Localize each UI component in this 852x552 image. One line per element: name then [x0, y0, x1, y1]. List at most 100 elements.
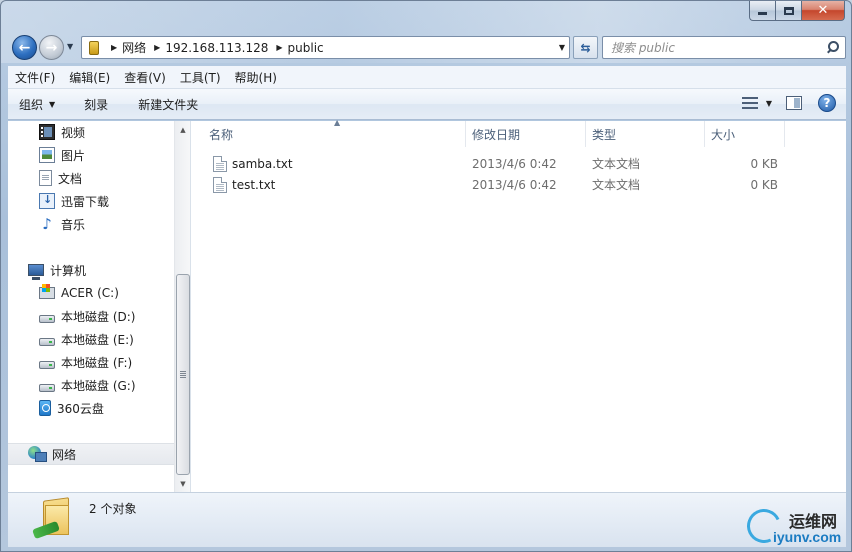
column-header-label: 修改日期	[472, 127, 521, 142]
view-options-dropdown-icon[interactable]: ▼	[766, 99, 772, 108]
sidebar-item-drive-f[interactable]: 本地磁盘 (F:)	[8, 351, 174, 373]
address-dropdown-icon[interactable]: ▼	[559, 43, 565, 52]
forward-button[interactable]: →	[39, 35, 64, 60]
watermark-logo: 运维网 iyunv.com	[742, 504, 847, 549]
forward-arrow-icon: →	[45, 39, 58, 56]
search-input[interactable]: 搜索 public	[603, 39, 824, 56]
content-area: 视频 图片 文档 迅雷下载 ♪ 音乐 计算机	[8, 118, 846, 492]
file-type: 文本文档	[592, 178, 641, 192]
sidebar-item-360-cloud[interactable]: 360云盘	[8, 397, 174, 419]
column-header-type[interactable]: 类型	[586, 121, 705, 147]
command-bar: 组织 ▼ 刻录 新建文件夹 ▼ ?	[8, 89, 846, 120]
minimize-button[interactable]	[749, 1, 775, 21]
menu-bar: 文件(F) 编辑(E) 查看(V) 工具(T) 帮助(H)	[8, 66, 846, 89]
file-row[interactable]: samba.txt 2013/4/6 0:42 文本文档 0 KB	[192, 153, 846, 174]
breadcrumb-separator-icon[interactable]: ▶	[276, 43, 282, 52]
menu-tools[interactable]: 工具(T)	[173, 69, 228, 86]
file-name: samba.txt	[232, 156, 293, 171]
file-name-cell[interactable]: test.txt	[213, 174, 275, 195]
back-button[interactable]: ←	[12, 35, 37, 60]
address-bar[interactable]: ▶ 网络 ▶ 192.168.113.128 ▶ public ▼	[81, 36, 570, 59]
music-library-icon: ♪	[42, 215, 52, 233]
network-location-icon	[85, 39, 103, 57]
breadcrumb-host[interactable]: 192.168.113.128	[165, 41, 268, 55]
sidebar-item-pictures[interactable]: 图片	[8, 144, 174, 166]
menu-file[interactable]: 文件(F)	[8, 69, 62, 86]
sidebar-item-label: ACER (C:)	[61, 286, 119, 300]
breadcrumb-public[interactable]: public	[288, 41, 324, 55]
file-row[interactable]: test.txt 2013/4/6 0:42 文本文档 0 KB	[192, 174, 846, 195]
file-size: 0 KB	[750, 156, 778, 171]
menu-edit[interactable]: 编辑(E)	[62, 69, 117, 86]
recent-pages-button[interactable]: ▼	[67, 42, 77, 52]
hard-drive-icon	[39, 383, 55, 392]
sidebar-item-thunder-downloads[interactable]: 迅雷下载	[8, 190, 174, 212]
computer-icon	[28, 264, 44, 280]
column-header-size[interactable]: 大小	[705, 121, 785, 147]
sidebar-item-drive-g[interactable]: 本地磁盘 (G:)	[8, 374, 174, 396]
scroll-up-icon[interactable]: ▲	[175, 121, 190, 138]
sidebar-item-label: 音乐	[61, 217, 86, 232]
refresh-button[interactable]: ⇆	[573, 36, 598, 59]
download-folder-icon	[39, 193, 55, 209]
help-icon[interactable]: ?	[818, 94, 836, 112]
preview-pane-icon[interactable]	[786, 96, 802, 110]
search-box[interactable]: 搜索 public	[602, 36, 846, 59]
sidebar-item-computer[interactable]: 计算机	[8, 259, 174, 281]
pictures-library-icon	[39, 147, 55, 163]
breadcrumb-network[interactable]: 网络	[122, 39, 146, 56]
sidebar-item-drive-d[interactable]: 本地磁盘 (D:)	[8, 305, 174, 327]
menu-view[interactable]: 查看(V)	[117, 69, 173, 86]
hard-drive-icon	[39, 314, 55, 323]
system-drive-icon	[39, 284, 55, 299]
text-file-icon	[213, 155, 227, 172]
chevron-down-icon: ▼	[67, 42, 74, 51]
video-library-icon	[39, 124, 55, 140]
close-icon: ✕	[817, 3, 829, 18]
breadcrumb-separator-icon[interactable]: ▶	[154, 43, 160, 52]
file-modified: 2013/4/6 0:42	[472, 177, 557, 192]
sidebar-item-label: 迅雷下载	[61, 194, 110, 209]
search-icon[interactable]	[824, 40, 840, 56]
chevron-down-icon: ▼	[49, 99, 56, 109]
sidebar-item-drive-e[interactable]: 本地磁盘 (E:)	[8, 328, 174, 350]
close-button[interactable]: ✕	[801, 1, 845, 21]
menu-help[interactable]: 帮助(H)	[228, 69, 284, 86]
scrollbar-thumb[interactable]	[176, 274, 190, 475]
refresh-icon: ⇆	[580, 40, 591, 55]
scroll-down-icon[interactable]: ▼	[175, 475, 190, 492]
item-count: 2 个对象	[89, 502, 137, 516]
hard-drive-icon	[39, 360, 55, 369]
sidebar-item-network[interactable]: 网络	[8, 443, 174, 465]
details-pane: 2 个对象	[8, 492, 846, 547]
view-controls: ▼ ?	[741, 94, 836, 112]
burn-button[interactable]: 刻录	[66, 96, 119, 113]
maximize-icon	[783, 6, 794, 15]
sidebar-item-drive-c[interactable]: ACER (C:)	[8, 282, 174, 304]
network-folder-icon	[32, 497, 73, 540]
sidebar-item-label: 本地磁盘 (D:)	[61, 309, 136, 324]
sidebar-scrollbar[interactable]: ▲ ▼	[174, 121, 190, 492]
grip-icon	[180, 371, 186, 378]
change-view-icon[interactable]	[741, 96, 758, 110]
column-header-modified[interactable]: 修改日期	[466, 121, 586, 147]
hard-drive-icon	[39, 337, 55, 346]
navigation-pane: 视频 图片 文档 迅雷下载 ♪ 音乐 计算机	[8, 121, 191, 492]
new-folder-button[interactable]: 新建文件夹	[119, 96, 209, 113]
documents-library-icon	[39, 170, 52, 186]
breadcrumb-separator-icon[interactable]: ▶	[111, 43, 117, 52]
organize-button[interactable]: 组织 ▼	[8, 96, 66, 113]
column-header-label: 大小	[711, 127, 736, 142]
file-size: 0 KB	[750, 177, 778, 192]
sidebar-item-music[interactable]: ♪ 音乐	[8, 213, 174, 235]
file-name-cell[interactable]: samba.txt	[213, 153, 293, 174]
text-file-icon	[213, 176, 227, 193]
explorer-window: ✕ ← → ▼ ▶ 网络 ▶ 192.168.113.128 ▶ public …	[0, 0, 852, 552]
column-header-label: 类型	[592, 127, 617, 142]
sidebar-item-documents[interactable]: 文档	[8, 167, 174, 189]
column-header-name[interactable]: ▲ 名称	[192, 118, 466, 147]
maximize-button[interactable]	[775, 1, 801, 21]
sidebar-item-label: 计算机	[50, 263, 87, 278]
organize-label: 组织	[19, 97, 44, 112]
sidebar-item-videos[interactable]: 视频	[8, 121, 174, 143]
